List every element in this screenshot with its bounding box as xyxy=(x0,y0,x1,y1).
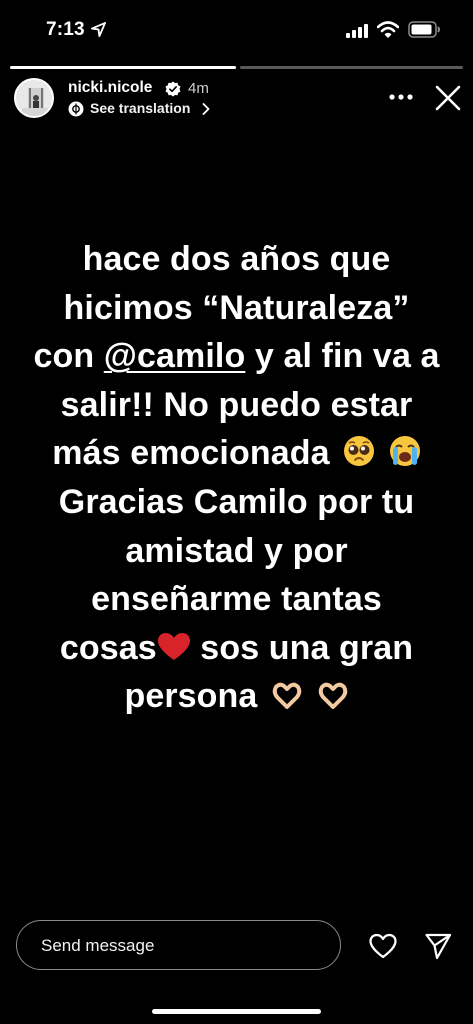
location-arrow-icon xyxy=(91,22,106,37)
heart-hands-emoji-icon xyxy=(272,683,302,710)
story-line: más emocionada xyxy=(10,429,463,478)
username[interactable]: nicki.nicole xyxy=(68,79,152,97)
story-line: amistad y por xyxy=(125,531,348,570)
battery-icon xyxy=(408,21,440,38)
story-line: hace dos años que xyxy=(82,240,391,278)
crying-face-emoji-icon xyxy=(389,436,420,467)
story-text-fragment: cosas xyxy=(59,628,157,667)
story-progress-segment xyxy=(10,66,236,69)
close-icon[interactable] xyxy=(434,84,462,112)
home-indicator[interactable] xyxy=(152,1009,321,1014)
wifi-icon xyxy=(377,21,399,38)
verified-badge-icon xyxy=(165,81,181,97)
story-progress-segment xyxy=(240,66,463,69)
translate-icon xyxy=(68,101,84,117)
story-text: hace dos años que hicimos “Naturaleza” c… xyxy=(10,235,463,721)
story-line: persona xyxy=(10,672,463,721)
story-text-fragment: y al fin va a xyxy=(245,337,440,376)
story-text-fragment: más emocionada xyxy=(52,434,330,473)
see-translation-label: See translation xyxy=(90,100,191,116)
story-line: Gracias Camilo por tu xyxy=(58,482,415,521)
more-options-icon[interactable] xyxy=(388,90,414,104)
pleading-face-emoji-icon xyxy=(344,436,375,467)
story-line: enseñarme tantas xyxy=(91,580,382,619)
story-text-fragment: persona xyxy=(124,677,258,716)
chevron-right-icon xyxy=(202,103,210,115)
status-time: 7:13 xyxy=(46,19,85,40)
mention-link[interactable]: @camilo xyxy=(104,337,246,375)
story-text-fragment: sos una gran xyxy=(190,628,414,667)
avatar[interactable] xyxy=(14,78,54,118)
like-heart-icon[interactable] xyxy=(368,932,398,960)
story-line: cosas sos una gran xyxy=(10,624,463,673)
send-message-placeholder: Send message xyxy=(41,936,155,955)
story-line: hicimos “Naturaleza” xyxy=(63,288,410,327)
cellular-signal-icon xyxy=(346,24,368,38)
red-heart-emoji-icon xyxy=(157,632,190,660)
heart-hands-emoji-icon xyxy=(318,683,347,710)
story-line: con @camilo y al fin va a xyxy=(10,332,463,381)
status-bar: 7:13 xyxy=(0,0,473,62)
story-progress-fill xyxy=(10,66,236,69)
story-line: salir!! No puedo estar xyxy=(60,385,413,424)
post-time-ago: 4m xyxy=(188,80,209,97)
story-text-fragment: con xyxy=(33,337,104,376)
send-message-input[interactable]: Send message xyxy=(16,920,341,970)
send-direct-icon[interactable] xyxy=(424,932,452,960)
profile-photo xyxy=(16,80,52,116)
